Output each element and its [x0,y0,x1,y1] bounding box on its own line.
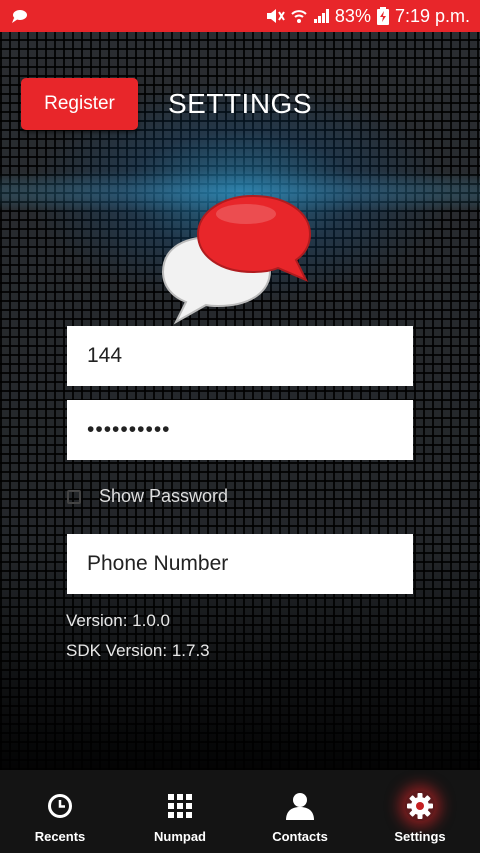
nav-contacts-label: Contacts [272,829,328,844]
wifi-icon [291,8,307,24]
mute-icon [265,8,285,24]
status-time: 7:19 p.m. [394,5,470,26]
settings-screen: Register SETTINGS 144 •••••••••• Show Pa… [0,32,480,770]
nav-contacts[interactable]: Contacts [240,770,360,853]
gear-icon [405,791,435,821]
battery-percent: 83% [334,5,371,26]
signal-icon [313,8,329,24]
status-bar: 83% 7:19 p.m. [0,0,480,32]
chat-notification-icon [10,7,28,30]
show-password-label: Show Password [99,486,229,506]
password-field[interactable]: •••••••••• [67,400,413,460]
show-password-toggle[interactable]: Show Password [67,486,228,507]
register-button[interactable]: Register [21,78,138,130]
nav-recents-label: Recents [34,829,86,844]
sdk-version-text: SDK Version: 1.7.3 [66,641,210,660]
battery-icon [376,7,389,25]
nav-numpad-label: Numpad [154,829,206,844]
chat-bubbles-logo [161,194,312,325]
show-password-checkbox[interactable] [67,489,81,504]
nav-settings[interactable]: Settings [360,770,480,853]
person-icon [285,791,315,821]
numpad-grid-icon [165,791,195,821]
page-title: SETTINGS [168,88,313,119]
username-field[interactable]: 144 [67,326,413,386]
bottom-nav: Recents Numpad Contacts Settings [0,770,480,853]
nav-settings-label: Settings [394,829,446,844]
version-text: Version: 1.0.0 [66,611,170,630]
nav-recents[interactable]: Recents [0,770,120,853]
clock-icon [45,791,75,821]
phone-number-field[interactable]: Phone Number [67,534,413,594]
nav-numpad[interactable]: Numpad [120,770,240,853]
